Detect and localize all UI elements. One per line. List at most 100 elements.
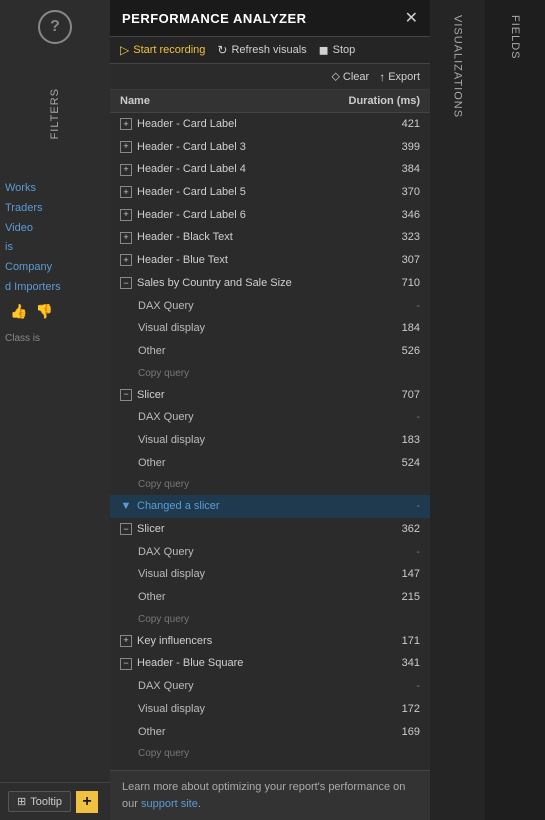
plus-icon[interactable]: + — [120, 635, 132, 647]
sub-row-name: DAX Query — [138, 677, 194, 696]
copy-query-label[interactable]: Copy query — [138, 476, 189, 493]
add-button[interactable]: + — [76, 791, 98, 813]
minus-icon[interactable]: − — [120, 658, 132, 670]
copy-query-label[interactable]: Copy query — [138, 365, 189, 382]
table-row[interactable]: + Header - Card Label 4 384 — [110, 158, 430, 181]
sub-duration-value: 524 — [380, 454, 420, 473]
copy-query-row[interactable]: Copy query — [110, 743, 430, 764]
plus-icon[interactable]: + — [120, 141, 132, 153]
filter-icon: ▼ — [120, 501, 132, 513]
minus-icon[interactable]: − — [120, 523, 132, 535]
bottom-bar: ⊞ Tooltip + — [0, 782, 110, 820]
sub-duration-value: - — [380, 677, 420, 696]
duration-value: 362 — [380, 520, 420, 539]
table-row[interactable]: − Header - Blue Square 341 — [110, 652, 430, 675]
clear-button[interactable]: ⬦ Clear — [332, 69, 370, 84]
table-sub-row: Other 215 — [110, 586, 430, 609]
minus-icon[interactable]: − — [120, 389, 132, 401]
perf-title: PERFORMANCE ANALYZER — [122, 11, 307, 26]
start-recording-button[interactable]: ▷ Start recording — [120, 43, 205, 57]
row-name: + Header - Card Label 5 — [120, 183, 246, 202]
duration-value: 171 — [380, 632, 420, 651]
sub-row-name: Visual display — [138, 319, 205, 338]
table-row[interactable]: + Header - Card Label 421 — [110, 113, 430, 136]
tooltip-button[interactable]: ⊞ Tooltip — [8, 791, 71, 812]
filters-panel: FILTERS — [46, 54, 64, 174]
plus-icon[interactable]: + — [120, 186, 132, 198]
sidebar-item[interactable]: Works — [5, 179, 105, 199]
table-row[interactable]: − Slicer 707 — [110, 384, 430, 407]
thumbdown-icon[interactable]: 👎 — [35, 303, 52, 320]
filters-label: FILTERS — [49, 88, 61, 139]
sidebar-item[interactable]: Traders — [5, 199, 105, 219]
sub-duration-value: - — [380, 543, 420, 562]
sidebar-item[interactable]: Company — [5, 258, 105, 278]
thumbs-row: 👍 👎 — [5, 303, 105, 320]
row-name: − Slicer — [120, 386, 165, 405]
table-row[interactable]: + Header - Card Label 6 346 — [110, 204, 430, 227]
table-row[interactable]: + Key influencers 171 — [110, 630, 430, 653]
copy-query-row[interactable]: Copy query — [110, 609, 430, 630]
export-icon: ↑ — [379, 70, 385, 84]
export-button[interactable]: ↑ Export — [379, 69, 420, 84]
table-row[interactable]: + Header - Black Text 323 — [110, 226, 430, 249]
duration-value: 399 — [380, 138, 420, 157]
duration-value: 323 — [380, 228, 420, 247]
table-sub-row: Other 524 — [110, 452, 430, 475]
row-name: + Header - Card Label 3 — [120, 138, 246, 157]
perf-panel: PERFORMANCE ANALYZER ✕ ▷ Start recording… — [110, 0, 430, 820]
table-row[interactable]: − Sales by Country and Sale Size 710 — [110, 272, 430, 295]
sub-duration-value: 183 — [380, 431, 420, 450]
toolbar: ▷ Start recording ↻ Refresh visuals ◼ St… — [110, 37, 430, 64]
table-row[interactable]: + Header - Card Label 5 370 — [110, 181, 430, 204]
plus-icon[interactable]: + — [120, 118, 132, 130]
table-sub-row: Other 169 — [110, 721, 430, 744]
duration-value: 346 — [380, 206, 420, 225]
duration-value: 384 — [380, 160, 420, 179]
stop-button[interactable]: ◼ Stop — [319, 43, 356, 57]
sidebar-items: Works Traders Video is Company d Importe… — [5, 179, 105, 298]
table-row[interactable]: + Header - Card Label 3 399 — [110, 136, 430, 159]
duration-value: 370 — [380, 183, 420, 202]
sub-row-name: Other — [138, 342, 166, 361]
table-row[interactable]: − Slicer 362 — [110, 518, 430, 541]
refresh-visuals-button[interactable]: ↻ Refresh visuals — [217, 43, 306, 57]
class-is-label: Class is — [5, 333, 105, 344]
duration-value: 307 — [380, 251, 420, 270]
row-name: − Header - Blue Square — [120, 654, 243, 673]
sub-row-name: Other — [138, 454, 166, 473]
row-name: + Header - Card Label 4 — [120, 160, 246, 179]
sidebar-item[interactable]: d Importers — [5, 278, 105, 298]
plus-icon[interactable]: + — [120, 209, 132, 221]
table-sub-row: Other 526 — [110, 340, 430, 363]
table-row[interactable]: + Header - Blue Text 307 — [110, 249, 430, 272]
sidebar-item[interactable]: Video — [5, 219, 105, 239]
minus-icon[interactable]: − — [120, 277, 132, 289]
row-name: + Header - Blue Text — [120, 251, 228, 270]
plus-icon[interactable]: + — [120, 232, 132, 244]
sub-duration-value: 215 — [380, 588, 420, 607]
row-name: + Header - Card Label — [120, 115, 237, 134]
sub-row-name: Other — [138, 723, 166, 742]
close-button[interactable]: ✕ — [405, 8, 418, 28]
sidebar-item: is — [5, 238, 105, 258]
tooltip-icon: ⊞ — [17, 795, 26, 808]
copy-query-label[interactable]: Copy query — [138, 611, 189, 628]
stop-icon: ◼ — [319, 43, 329, 57]
table-sub-row: DAX Query - — [110, 541, 430, 564]
copy-query-label[interactable]: Copy query — [138, 745, 189, 762]
help-icon[interactable]: ? — [38, 10, 72, 44]
slicer-changed-row: ▼ Changed a slicer - — [110, 495, 430, 518]
plus-icon[interactable]: + — [120, 164, 132, 176]
clear-icon: ⬦ — [332, 69, 340, 84]
thumbup-icon[interactable]: 👍 — [10, 303, 27, 320]
duration-value: 421 — [380, 115, 420, 134]
col-duration: Duration (ms) — [349, 95, 421, 107]
sub-row-name: Visual display — [138, 700, 205, 719]
copy-query-row[interactable]: Copy query — [110, 363, 430, 384]
support-link[interactable]: support site — [141, 798, 198, 810]
table-body[interactable]: + Header - Card Label 421 + Header - Car… — [110, 113, 430, 770]
sub-row-name: DAX Query — [138, 408, 194, 427]
plus-icon[interactable]: + — [120, 254, 132, 266]
copy-query-row[interactable]: Copy query — [110, 474, 430, 495]
